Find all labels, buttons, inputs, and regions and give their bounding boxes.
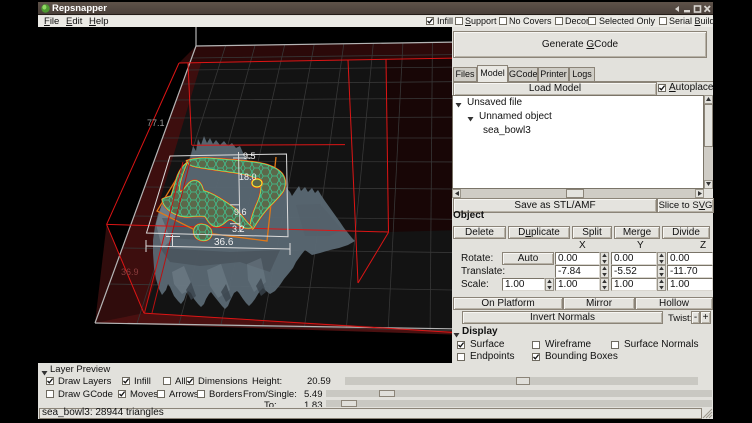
- svg-text:3.2: 3.2: [232, 224, 245, 234]
- svg-text:9.6: 9.6: [234, 207, 247, 217]
- svg-text:36.9: 36.9: [121, 267, 139, 277]
- svg-text:77.1: 77.1: [147, 118, 165, 128]
- svg-text:36.6: 36.6: [214, 237, 234, 248]
- svg-text:18.0: 18.0: [239, 172, 257, 182]
- svg-text:9.5: 9.5: [243, 151, 256, 161]
